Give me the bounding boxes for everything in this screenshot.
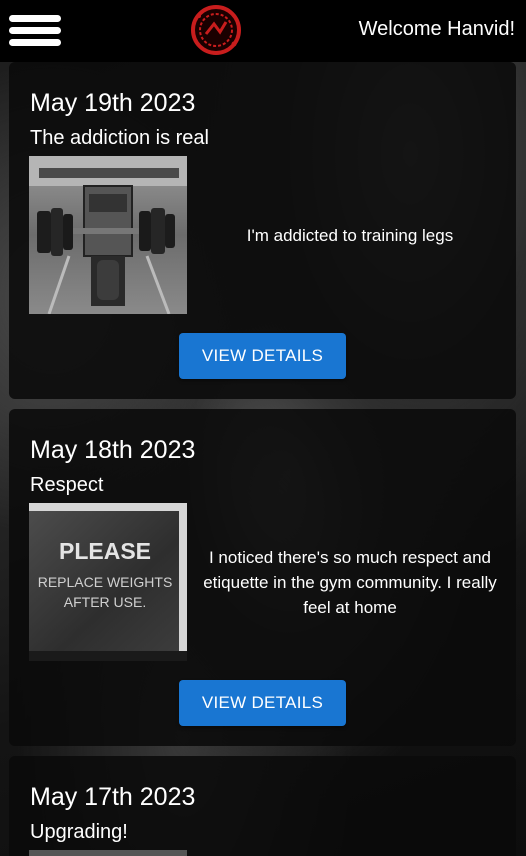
hamburger-menu-icon[interactable] bbox=[9, 13, 61, 49]
post-date: May 17th 2023 bbox=[30, 783, 196, 811]
post-title: Upgrading! bbox=[30, 821, 128, 843]
post-title: The addiction is real bbox=[30, 127, 209, 149]
sign-body-line-2: AFTER USE. bbox=[64, 594, 146, 610]
welcome-message: Welcome Hanvid! bbox=[358, 18, 515, 40]
menu-bar-bottom bbox=[9, 39, 61, 46]
post-description: I'm addicted to training legs bbox=[246, 225, 454, 245]
sign-body-line-1: REPLACE WEIGHTS bbox=[38, 574, 173, 590]
post-date: May 19th 2023 bbox=[30, 89, 196, 117]
sign-heading-text: PLEASE bbox=[59, 538, 151, 564]
post-card: May 17th 2023 Upgrading! bbox=[9, 756, 516, 856]
stamp-logo-icon[interactable] bbox=[190, 4, 242, 56]
replace-weights-sign-photo: PLEASE REPLACE WEIGHTS AFTER USE. bbox=[29, 503, 187, 661]
menu-bar-middle bbox=[9, 27, 61, 34]
post-photo-partial bbox=[29, 850, 187, 856]
leg-press-photo bbox=[29, 156, 187, 314]
post-description: I noticed there's so much respect and et… bbox=[203, 547, 497, 617]
post-title: Respect bbox=[30, 474, 104, 496]
view-details-button[interactable]: VIEW DETAILS bbox=[179, 333, 346, 379]
menu-bar-top bbox=[9, 15, 61, 22]
view-details-button[interactable]: VIEW DETAILS bbox=[179, 680, 346, 726]
post-date: May 18th 2023 bbox=[30, 436, 196, 464]
app-header: Welcome Hanvid! bbox=[0, 0, 526, 62]
post-card: May 18th 2023 Respect PLEASE REPLACE WEI… bbox=[9, 409, 516, 746]
post-card: May 19th 2023 The addiction is real I'm … bbox=[9, 62, 516, 399]
